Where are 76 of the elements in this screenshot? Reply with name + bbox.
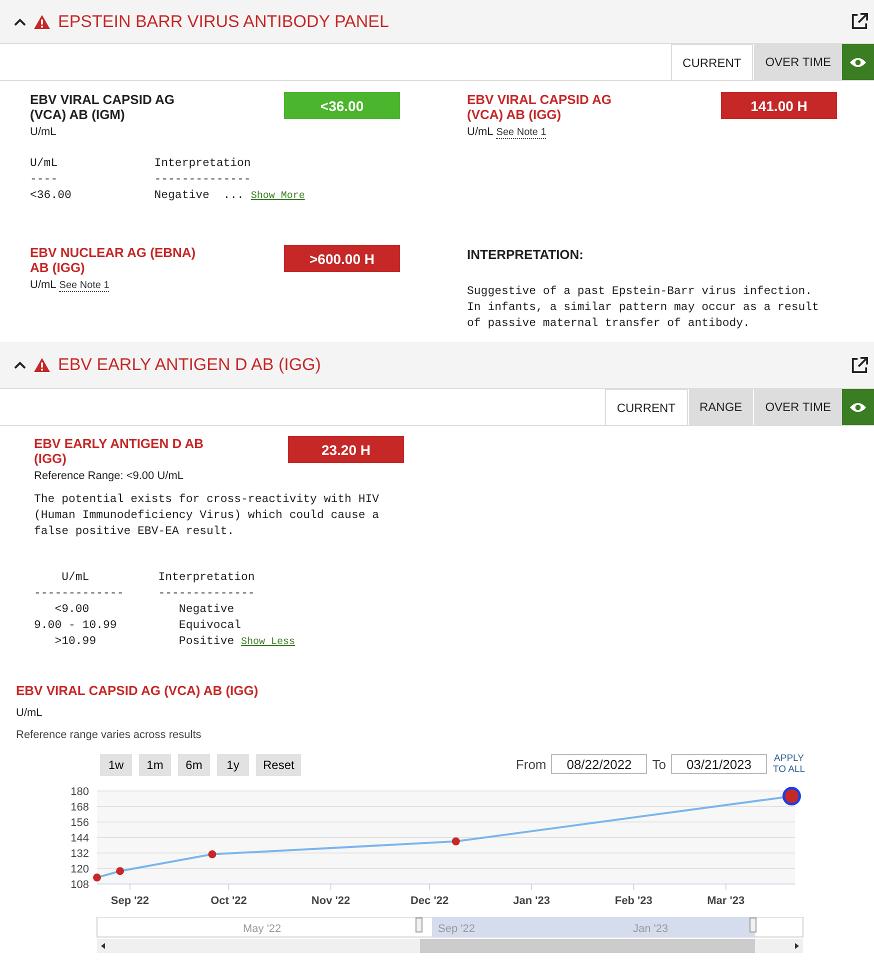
chevron-icon[interactable] — [14, 361, 26, 369]
eye-icon[interactable] — [849, 402, 867, 412]
result-name: EBV NUCLEAR AG (EBNA) AB (IGG) — [30, 245, 197, 275]
navigator-label: Jan '23 — [633, 923, 668, 935]
data-point[interactable] — [208, 850, 216, 858]
y-axis-label: 144 — [70, 832, 89, 844]
result-name: EBV EARLY ANTIGEN D AB (IGG) — [34, 436, 205, 466]
see-note-link[interactable]: See Note 1 — [59, 280, 110, 292]
range-button[interactable]: 1y — [217, 754, 249, 776]
unit-label: U/mL — [16, 707, 44, 719]
y-axis-label: 132 — [70, 848, 89, 860]
y-axis-label: 180 — [70, 786, 89, 798]
panel-title: EBV EARLY ANTIGEN D AB (IGG) — [58, 355, 322, 375]
selected-data-point[interactable] — [782, 786, 801, 806]
range-button[interactable]: Reset — [256, 754, 302, 776]
panel-title: EPSTEIN BARR VIRUS ANTIBODY PANEL — [58, 12, 390, 32]
external-link-icon[interactable] — [851, 13, 868, 30]
view-tab[interactable]: CURRENT — [604, 389, 688, 425]
view-tab[interactable]: OVER TIME — [753, 44, 842, 80]
show-toggle-link[interactable]: Show More — [250, 191, 305, 202]
scroll-left-icon[interactable] — [101, 943, 105, 949]
from-date-field[interactable]: 08/22/2022 — [551, 754, 648, 774]
result-name: EBV VIRAL CAPSID AG (VCA) AB (IGM) — [30, 92, 176, 122]
unit-label: U/mL — [30, 279, 56, 291]
show-toggle-link[interactable]: Show Less — [241, 637, 296, 648]
view-tab[interactable]: RANGE — [688, 389, 754, 425]
x-axis-label: Sep '22 — [110, 895, 149, 907]
result-value: >600.00 H — [284, 245, 400, 272]
apply-to-all-link[interactable]: APPLY TO ALL — [772, 753, 806, 775]
unit-label: U/mL — [467, 126, 494, 138]
range-button[interactable]: 1m — [139, 754, 171, 776]
interpretation-table: U/mL Interpretation ---- -------------- <36.00 Negative ... Show More — [30, 156, 400, 205]
to-date-field[interactable]: 03/21/2023 — [671, 754, 767, 774]
x-axis-label: Mar '23 — [707, 895, 745, 907]
view-tab[interactable]: CURRENT — [670, 44, 754, 80]
range-button[interactable]: 1w — [100, 754, 132, 776]
x-axis-label: Dec '22 — [410, 895, 449, 907]
x-axis-label: Feb '23 — [614, 895, 652, 907]
y-axis-label: 108 — [70, 879, 89, 891]
navigator-label: May '22 — [243, 923, 282, 935]
result-value: <36.00 — [284, 92, 400, 119]
range-button[interactable]: 6m — [178, 754, 210, 776]
unit-label: U/mL — [30, 126, 56, 138]
external-link-icon[interactable] — [851, 356, 868, 374]
range-handle[interactable] — [750, 918, 756, 932]
data-point[interactable] — [452, 837, 460, 846]
interpretation-text: Suggestive of a past Epstein-Barr virus infection. In infants, a similar pattern may occur as a result of passive maternal transfer of antibody. — [467, 284, 820, 332]
x-axis-label: Nov '22 — [311, 895, 350, 907]
view-tab[interactable]: OVER TIME — [753, 389, 842, 425]
visibility-button[interactable] — [842, 389, 874, 425]
interpretation-table: U/mL Interpretation ------------- -------------- <9.00 Negative 9.00 - 10.99 Equivocal >10.99 Positive Show Less — [34, 570, 404, 651]
range-handle[interactable] — [416, 918, 422, 932]
y-axis-label: 168 — [70, 802, 89, 814]
result-value: 23.20 H — [288, 436, 404, 463]
y-axis-label: 120 — [70, 864, 89, 876]
result-comment: The potential exists for cross-reactivity with HIV (Human Immunodeficiency Virus) which could cause a false positive EBV-EA result. — [34, 492, 380, 540]
data-point[interactable] — [116, 867, 124, 876]
data-point[interactable] — [93, 874, 101, 882]
interpretation-heading: INTERPRETATION: — [467, 247, 585, 262]
chart-title: EBV VIRAL CAPSID AG (VCA) AB (IGG) — [16, 683, 260, 698]
y-axis-label: 156 — [70, 817, 89, 829]
result-name: EBV VIRAL CAPSID AG (VCA) AB (IGG) — [467, 92, 612, 122]
reference-note: Reference range varies across results — [16, 729, 202, 741]
result-value: 141.00 H — [721, 92, 837, 119]
to-label: To — [652, 756, 666, 772]
reference-range: Reference Range: <9.00 U/mL — [34, 470, 185, 482]
visibility-button[interactable] — [842, 44, 874, 80]
navigator-label: Sep '22 — [438, 923, 475, 935]
see-note-link[interactable]: See Note 1 — [496, 127, 546, 139]
scroll-right-icon[interactable] — [795, 943, 799, 949]
from-label: From — [516, 756, 546, 772]
eye-icon[interactable] — [849, 56, 867, 68]
scrollbar-thumb[interactable] — [420, 939, 755, 953]
x-axis-label: Jan '23 — [513, 895, 550, 907]
x-axis-label: Oct '22 — [210, 895, 247, 907]
chevron-icon[interactable] — [14, 18, 26, 26]
